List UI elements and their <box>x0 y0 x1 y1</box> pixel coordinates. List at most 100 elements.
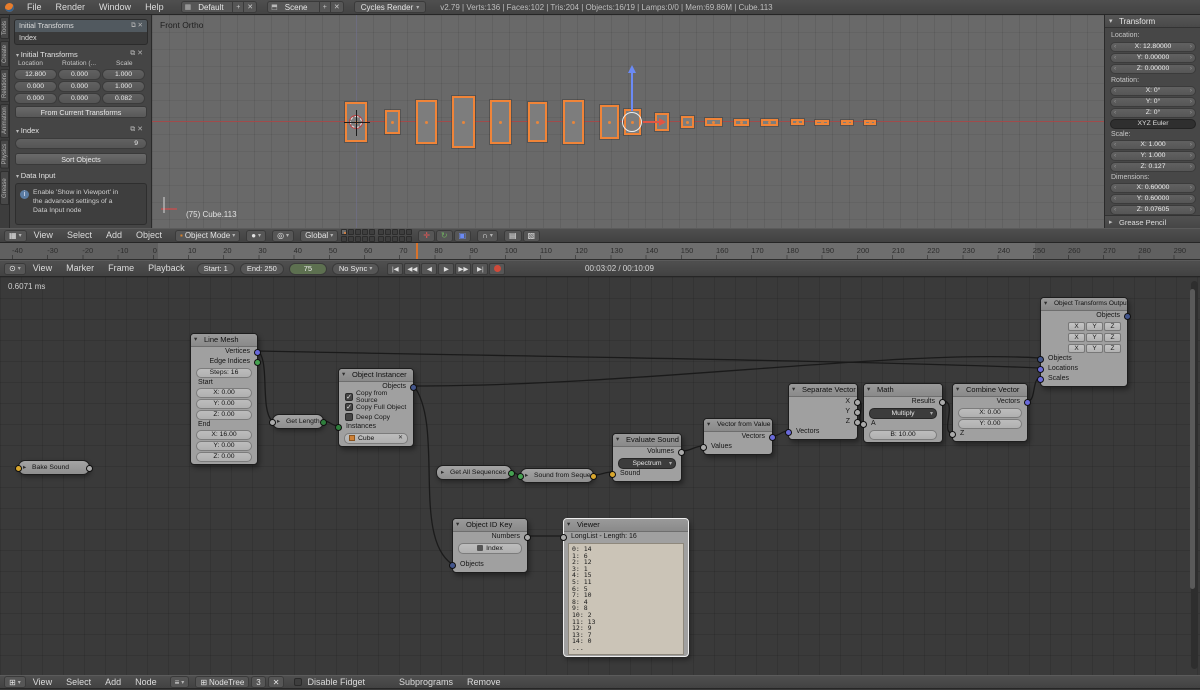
instanced-cube[interactable] <box>415 100 437 144</box>
scene-selector[interactable]: ⬒ Scene + ✕ <box>267 1 344 13</box>
manipulator-z-arrow[interactable] <box>631 73 633 111</box>
input-x-field[interactable]: X: 0.00 <box>958 408 1022 418</box>
menu-subprograms[interactable]: Subprograms <box>392 675 460 690</box>
menu-remove[interactable]: Remove <box>460 675 508 690</box>
prev-keyframe-button[interactable]: ◀◀ <box>404 262 421 275</box>
node-math[interactable]: Math Results Multiply A B: 10.00 <box>860 383 946 443</box>
node-bake-sound[interactable]: Bake Sound <box>15 460 93 475</box>
location-x-field[interactable]: X: 12.80000 <box>1110 42 1196 52</box>
node-editor-scrollbar[interactable] <box>1190 281 1198 669</box>
jump-to-start-button[interactable]: |◀ <box>387 262 404 275</box>
timeline-ruler[interactable]: -40 -30 -20 -10 0 10 20 30 40 50 60 70 80 90 100 110 120… <box>0 243 1200 260</box>
source-object-field[interactable]: Cube ✕ <box>344 433 408 444</box>
sync-mode-dropdown[interactable]: No Sync ▾ <box>331 262 380 275</box>
panel-icons[interactable]: ⧉ ✕ <box>130 125 143 134</box>
transform-orientation-selector[interactable]: Global ▾ <box>300 229 339 242</box>
instanced-cube[interactable] <box>760 118 778 126</box>
socket-values-input[interactable] <box>700 443 707 451</box>
menu-frame[interactable]: Frame <box>101 261 141 276</box>
node-header[interactable]: Viewer <box>564 519 688 532</box>
node-separate-vector[interactable]: Separate Vector X Y Z Vectors <box>785 383 861 440</box>
socket-objects-input[interactable] <box>449 561 456 569</box>
current-frame-field[interactable]: 75 <box>288 262 327 275</box>
layer-dot[interactable] <box>341 236 348 242</box>
node-header[interactable]: Object Instancer <box>339 369 413 382</box>
layer-dot[interactable] <box>392 229 399 235</box>
transform-value-field[interactable]: 0.000 <box>14 93 57 104</box>
checkbox[interactable] <box>345 413 353 421</box>
manipulator-rotate-button[interactable]: ↻ <box>435 229 453 242</box>
socket-objects-output[interactable] <box>410 383 417 391</box>
layer-dot[interactable] <box>362 236 369 242</box>
scale-z-field[interactable]: Z: 0.127 <box>1110 162 1196 172</box>
layer-dot[interactable] <box>369 236 376 242</box>
scale-x-field[interactable]: X: 1.000 <box>1110 140 1196 150</box>
axis-toggle-button[interactable]: X <box>1068 322 1085 331</box>
socket-sequences-input[interactable] <box>517 472 524 480</box>
end-z-field[interactable]: Z: 0.00 <box>196 452 252 462</box>
axis-toggle-button[interactable]: Z <box>1104 344 1121 353</box>
node-get-length[interactable]: Get Length <box>269 414 327 429</box>
list-item-initial-transforms[interactable]: Initial Transforms ⧉ ✕ <box>15 20 147 32</box>
manipulator-scale-button[interactable]: ▣ <box>453 229 472 242</box>
instanced-cube[interactable] <box>527 102 547 142</box>
axis-toggle-button[interactable]: Z <box>1104 333 1121 342</box>
index-value-field[interactable]: 9 <box>15 138 147 149</box>
layer-dot[interactable] <box>369 229 376 235</box>
node-viewer[interactable]: Viewer LongList - Length: 16 0: 141: 62:… <box>560 518 689 657</box>
instanced-cube[interactable] <box>562 100 584 144</box>
axis-toggle-button[interactable]: Y <box>1086 344 1103 353</box>
socket-sound-input[interactable] <box>609 470 616 478</box>
start-z-field[interactable]: Z: 0.00 <box>196 410 252 420</box>
menu-add[interactable]: Add <box>99 228 129 243</box>
menu-node[interactable]: Node <box>128 675 164 690</box>
layer-dot[interactable] <box>341 229 348 235</box>
menu-view[interactable]: View <box>26 675 59 690</box>
layer-dot[interactable] <box>406 236 413 242</box>
snap-selector[interactable]: ∩ ▾ <box>477 229 498 242</box>
instanced-cube[interactable] <box>489 100 511 144</box>
instanced-cube[interactable] <box>733 118 749 126</box>
socket-output[interactable] <box>86 464 93 472</box>
axis-toggle-button[interactable]: X <box>1068 344 1085 353</box>
rotation-x-field[interactable]: X: 0° <box>1110 86 1196 96</box>
menu-playback[interactable]: Playback <box>141 261 192 276</box>
disable-fidget-checkbox[interactable] <box>294 678 303 686</box>
layer-dot[interactable] <box>385 229 392 235</box>
start-frame-field[interactable]: Start: 1 <box>196 262 235 275</box>
layer-dot[interactable] <box>399 236 406 242</box>
socket-numbers-output[interactable] <box>524 533 531 541</box>
layer-dot[interactable] <box>355 236 362 242</box>
socket-a-input[interactable] <box>860 420 867 428</box>
node-tree-name-field[interactable]: ⊞ NodeTree <box>195 676 250 688</box>
delete-layout-button[interactable]: ✕ <box>243 1 256 13</box>
tool-shelf-tab[interactable]: Grease Pencil <box>0 170 9 205</box>
rotation-order-dropdown[interactable]: XYZ Euler <box>1110 119 1196 129</box>
socket-length-output[interactable] <box>320 418 327 426</box>
layer-dot[interactable] <box>392 236 399 242</box>
input-b-field[interactable]: B: 10.00 <box>869 430 937 440</box>
menu-select[interactable]: Select <box>60 228 99 243</box>
sort-objects-button[interactable]: Sort Objects <box>15 153 147 165</box>
axis-toggle-button[interactable]: Y <box>1086 333 1103 342</box>
layer-dot[interactable] <box>399 229 406 235</box>
play-button[interactable]: ▶ <box>438 262 455 275</box>
mode-selector[interactable]: ▪ Object Mode ▾ <box>174 229 241 242</box>
render-engine-selector[interactable]: Cycles Render ▾ <box>353 1 427 13</box>
tool-shelf-tab[interactable]: Physics <box>0 140 9 169</box>
transform-value-field[interactable]: 0.000 <box>58 93 101 104</box>
axis-toggle-button[interactable]: X <box>1068 333 1085 342</box>
socket-volumes-output[interactable] <box>678 448 685 456</box>
layer-dot[interactable] <box>378 229 385 235</box>
clear-icon[interactable]: ✕ <box>398 434 403 442</box>
socket-instances-input[interactable] <box>335 423 342 431</box>
instanced-cube[interactable] <box>864 119 876 125</box>
menu-select[interactable]: Select <box>59 675 98 690</box>
socket-sound-output[interactable] <box>590 472 597 480</box>
transform-value-field[interactable]: 12.800 <box>14 69 57 80</box>
layer-dot[interactable] <box>348 229 355 235</box>
opengl-render-anim-button[interactable]: ▧ <box>522 229 541 242</box>
unlink-tree-button[interactable]: ✕ <box>267 676 285 688</box>
list-item-index[interactable]: Index <box>15 32 147 44</box>
tool-shelf-tab[interactable]: Create <box>0 41 9 68</box>
